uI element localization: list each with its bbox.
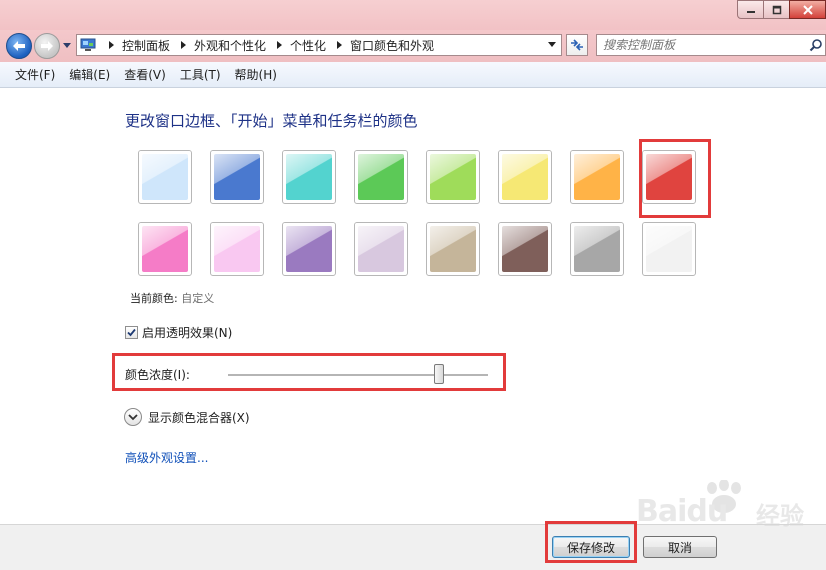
intensity-slider-track[interactable] xyxy=(228,374,488,377)
baidu-watermark: Baidu 经验 xyxy=(636,480,826,530)
close-button[interactable] xyxy=(789,0,826,19)
menu-tools[interactable]: 工具(T) xyxy=(173,64,228,86)
breadcrumb-separator-icon[interactable] xyxy=(106,41,116,49)
watermark-sub: 经验 xyxy=(756,502,804,530)
color-swatch-6[interactable] xyxy=(498,150,552,204)
content-area: 更改窗口边框、「开始」菜单和任务栏的颜色 当前颜色: 自定义 启用透明效果(N)… xyxy=(0,88,826,524)
recent-pages-dropdown[interactable] xyxy=(62,41,72,51)
control-panel-icon xyxy=(80,38,98,52)
color-swatch-7[interactable] xyxy=(570,150,624,204)
minimize-button[interactable] xyxy=(737,0,764,19)
expand-mixer-button[interactable] xyxy=(124,408,142,426)
menu-edit[interactable]: 编辑(E) xyxy=(62,64,117,86)
refresh-button[interactable] xyxy=(566,34,588,56)
color-mixer-label[interactable]: 显示颜色混合器(X) xyxy=(148,409,250,426)
chevron-down-icon xyxy=(63,43,71,48)
breadcrumb-appearance[interactable]: 外观和个性化 xyxy=(194,37,266,54)
current-color-value: 自定义 xyxy=(181,292,215,305)
breadcrumb-control-panel[interactable]: 控制面板 xyxy=(122,37,170,54)
color-swatch-14[interactable] xyxy=(498,222,552,276)
window-titlebar xyxy=(0,0,826,30)
menu-help[interactable]: 帮助(H) xyxy=(228,64,284,86)
intensity-slider-thumb[interactable] xyxy=(433,364,444,384)
transparency-checkbox[interactable] xyxy=(125,326,138,339)
address-dropdown[interactable] xyxy=(547,40,557,50)
color-swatch-15[interactable] xyxy=(570,222,624,276)
search-box[interactable] xyxy=(596,34,826,56)
maximize-icon xyxy=(772,5,781,14)
forward-button[interactable] xyxy=(34,33,60,59)
color-swatch-11[interactable] xyxy=(282,222,336,276)
color-swatch-3[interactable] xyxy=(282,150,336,204)
navigation-bar: 控制面板 外观和个性化 个性化 窗口颜色和外观 xyxy=(0,30,826,62)
maximize-button[interactable] xyxy=(763,0,790,19)
current-color-label: 当前颜色: xyxy=(130,292,178,305)
chevron-down-icon xyxy=(128,413,138,420)
menu-file[interactable]: 文件(F) xyxy=(8,64,62,86)
dialog-footer: 保存修改 取消 xyxy=(0,521,826,570)
color-swatch-9[interactable] xyxy=(138,222,192,276)
intensity-label: 颜色浓度(I): xyxy=(125,368,190,382)
breadcrumb-personalization[interactable]: 个性化 xyxy=(290,37,326,54)
breadcrumb-separator-icon[interactable] xyxy=(178,41,188,49)
transparency-label[interactable]: 启用透明效果(N) xyxy=(142,324,232,341)
color-swatch-1[interactable] xyxy=(138,150,192,204)
selected-swatch-highlight xyxy=(639,139,711,218)
color-swatch-2[interactable] xyxy=(210,150,264,204)
breadcrumb-separator-icon[interactable] xyxy=(334,41,344,49)
color-mixer-toggle-row[interactable]: 显示颜色混合器(X) xyxy=(124,408,250,426)
save-changes-button[interactable]: 保存修改 xyxy=(552,536,630,558)
refresh-icon xyxy=(571,39,583,51)
breadcrumb-window-color[interactable]: 窗口颜色和外观 xyxy=(350,37,434,54)
back-button[interactable] xyxy=(6,33,32,59)
color-swatch-10[interactable] xyxy=(210,222,264,276)
page-title: 更改窗口边框、「开始」菜单和任务栏的颜色 xyxy=(125,112,418,130)
cancel-button[interactable]: 取消 xyxy=(643,536,717,558)
close-icon xyxy=(802,4,813,15)
transparency-option[interactable]: 启用透明效果(N) xyxy=(125,324,232,341)
search-input[interactable] xyxy=(603,36,803,54)
breadcrumb-separator-icon[interactable] xyxy=(274,41,284,49)
advanced-appearance-link[interactable]: 高级外观设置... xyxy=(125,449,208,466)
color-swatch-12[interactable] xyxy=(354,222,408,276)
menu-view[interactable]: 查看(V) xyxy=(117,64,173,86)
current-color-text: 当前颜色: 自定义 xyxy=(130,290,214,306)
color-swatch-13[interactable] xyxy=(426,222,480,276)
color-swatch-16[interactable] xyxy=(642,222,696,276)
menu-bar: 文件(F) 编辑(E) 查看(V) 工具(T) 帮助(H) xyxy=(0,62,826,88)
back-arrow-icon xyxy=(13,41,25,51)
chevron-down-icon xyxy=(548,42,556,47)
watermark-brand: Baidu xyxy=(636,494,728,529)
color-swatch-4[interactable] xyxy=(354,150,408,204)
forward-arrow-icon xyxy=(41,41,53,51)
minimize-icon xyxy=(746,10,755,13)
checkmark-icon xyxy=(127,328,136,337)
search-icon[interactable] xyxy=(809,38,823,52)
address-bar[interactable]: 控制面板 外观和个性化 个性化 窗口颜色和外观 xyxy=(76,34,562,56)
color-swatch-5[interactable] xyxy=(426,150,480,204)
